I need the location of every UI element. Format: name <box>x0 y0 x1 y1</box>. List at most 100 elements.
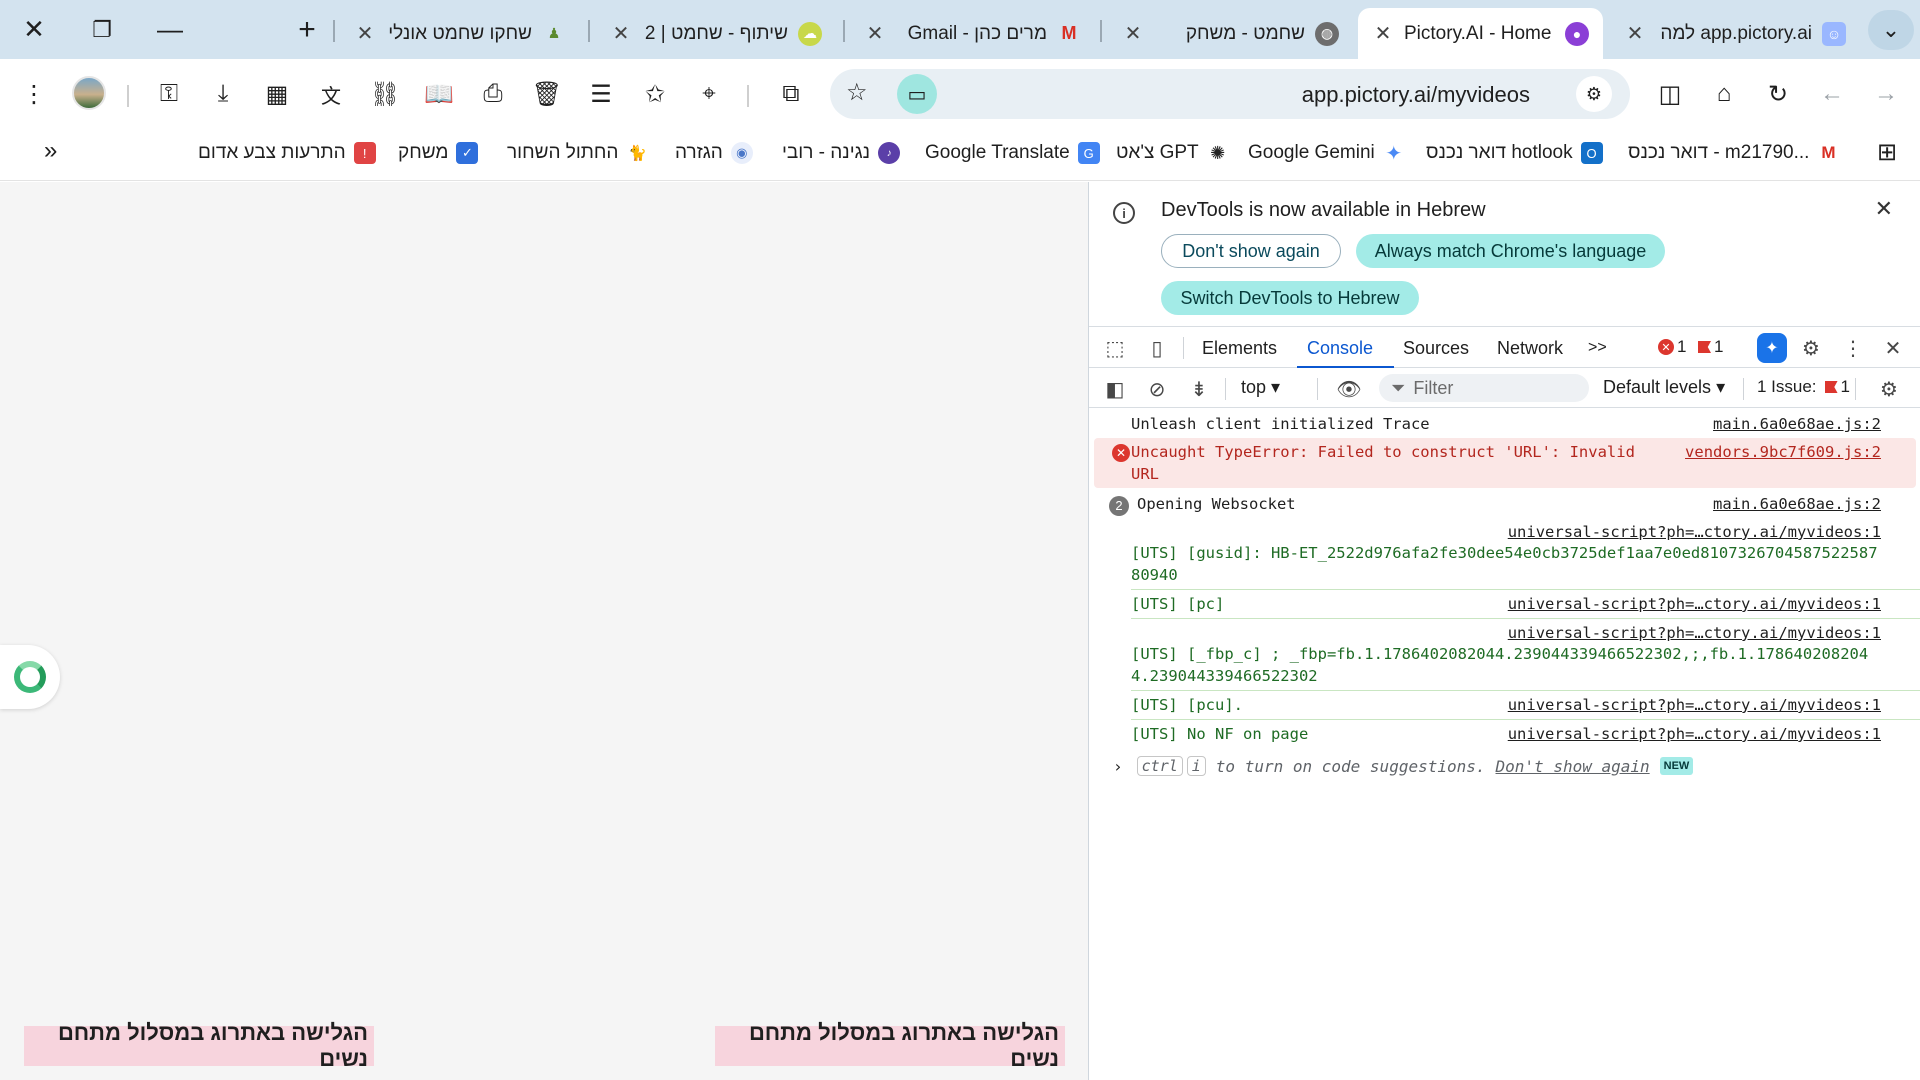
bookmark-chatgpt[interactable]: צ'אט GPT ✺ <box>1116 142 1229 164</box>
bookmark-hagizra[interactable]: הגזרה ◉ <box>675 142 753 164</box>
match-language-button[interactable]: Always match Chrome's language <box>1356 234 1665 268</box>
error-counter[interactable]: ✕ 1 <box>1658 337 1686 357</box>
tab-close-icon[interactable]: ✕ <box>1122 21 1144 46</box>
menu-dots-icon[interactable]: ⋮ <box>12 72 56 116</box>
bookmark-label: הגזרה <box>675 142 723 163</box>
collapse-groups-icon[interactable]: ⇟ <box>1185 376 1213 402</box>
install-app-icon[interactable]: ▭ <box>897 74 937 114</box>
bookmark-gmail-inbox[interactable]: דואר נכנס - m21790... M <box>1628 142 1840 164</box>
error-icon: ✕ <box>1658 339 1674 355</box>
tab-close-icon[interactable]: ✕ <box>864 21 886 46</box>
favorites-icon[interactable]: ✩ <box>633 72 677 116</box>
clear-console-icon[interactable]: ⊘ <box>1143 376 1171 402</box>
log-source-link[interactable]: universal-script?ph=…ctory.ai/myvideos:1 <box>1508 723 1881 745</box>
bookmark-google-translate[interactable]: Google Translate G <box>925 142 1100 164</box>
issue-counter[interactable]: 1 <box>1698 337 1723 357</box>
log-source-link[interactable]: universal-script?ph=…ctory.ai/myvideos:1 <box>1508 694 1881 716</box>
qr-code-icon[interactable]: ▦ <box>255 72 299 116</box>
tab-chess-game[interactable]: ◍ שחמט - משחק ✕ <box>1108 8 1353 59</box>
tab-gmail[interactable]: M מרים כהן - Gmail ✕ <box>850 8 1095 59</box>
reload-icon[interactable]: ↻ <box>1756 72 1800 116</box>
location-icon[interactable]: ⌖ <box>687 72 731 116</box>
bookmark-black-cat[interactable]: החתול השחור 🐈 <box>507 142 649 164</box>
console-settings-icon[interactable]: ⚙ <box>1875 376 1903 402</box>
devtools-tabbar: ⬚ ▯ Elements Console Sources Network >> … <box>1089 326 1920 369</box>
password-key-icon[interactable]: ⚿ <box>147 72 191 116</box>
device-toolbar-icon[interactable]: ▯ <box>1143 335 1171 361</box>
console-prompt[interactable]: › ctrl i to turn on code suggestions. Do… <box>1089 748 1920 776</box>
tab-console[interactable]: Console <box>1307 338 1373 359</box>
tab-search-button[interactable]: ⌄ <box>1868 10 1914 50</box>
extensions-icon[interactable]: ⧉ <box>769 72 813 116</box>
tab-chess-share[interactable]: ☁ שיתוף - שחמט | 2 ✕ <box>596 8 836 59</box>
filter-input[interactable]: ⏷ Filter <box>1379 374 1589 402</box>
dont-show-again-button[interactable]: Don't show again <box>1161 234 1341 268</box>
split-view-icon[interactable]: ◫ <box>1648 72 1692 116</box>
new-tab-button[interactable]: + <box>287 12 327 48</box>
bookmark-star-icon[interactable]: ☆ <box>846 78 868 107</box>
gmail-icon: M <box>1817 142 1840 164</box>
sidebar-toggle-icon[interactable]: ◧ <box>1101 376 1129 402</box>
chatgpt-icon: ✺ <box>1206 142 1229 164</box>
profile-avatar[interactable] <box>72 76 106 110</box>
tab-close-icon[interactable]: ✕ <box>1372 21 1394 46</box>
log-message: [UTS] [_fbp_c] ; _fbp=fb.1.1786402082044… <box>1131 645 1869 685</box>
bookmarks-overflow-button[interactable]: » <box>44 137 57 165</box>
log-levels-dropdown[interactable]: Default levels ▾ <box>1603 377 1725 398</box>
tab-sources[interactable]: Sources <box>1403 338 1469 359</box>
reading-mode-icon[interactable]: 📖 <box>417 72 461 116</box>
address-bar[interactable]: ☆ ▭ app.pictory.ai/myvideos ⚙ <box>830 69 1630 119</box>
context-selector[interactable]: top ▾ <box>1241 377 1280 398</box>
bookmark-music[interactable]: נגינה - רובי ♪ <box>782 142 901 164</box>
log-source-link[interactable]: vendors.9bc7f609.js:2 <box>1685 441 1881 463</box>
inspect-element-icon[interactable]: ⬚ <box>1101 335 1129 361</box>
window-restore-button[interactable]: ❐ <box>68 0 136 59</box>
link-icon[interactable]: ⛓ <box>363 72 407 116</box>
filter-funnel-icon: ⏷ <box>1391 377 1406 398</box>
language-infobar: i DevTools is now available in Hebrew ✕ … <box>1089 182 1920 322</box>
log-source-link[interactable]: main.6a0e68ae.js:2 <box>1713 413 1881 435</box>
site-settings-icon[interactable]: ⚙ <box>1576 76 1612 112</box>
infobar-close-icon[interactable]: ✕ <box>1875 196 1893 222</box>
translate-icon[interactable]: 文 <box>309 72 353 116</box>
ai-assistance-icon[interactable]: ✦ <box>1757 333 1787 363</box>
log-source-link[interactable]: universal-script?ph=…ctory.ai/myvideos:1 <box>1508 521 1881 543</box>
print-icon[interactable]: ⎙ <box>471 72 515 116</box>
more-options-icon[interactable]: ⋮ <box>1839 335 1867 361</box>
home-icon[interactable]: ⌂ <box>1702 72 1746 116</box>
tab-close-icon[interactable]: ✕ <box>610 21 632 46</box>
settings-gear-icon[interactable]: ⚙ <box>1797 335 1825 361</box>
apps-button[interactable]: ⊞ <box>1877 138 1897 167</box>
bookmark-game[interactable]: משחק ✓ <box>398 142 479 164</box>
tab-elements[interactable]: Elements <box>1202 338 1277 359</box>
more-tabs-icon[interactable]: >> <box>1588 339 1607 357</box>
window-minimize-button[interactable]: — <box>136 0 204 59</box>
download-icon[interactable]: ⤓ <box>201 72 245 116</box>
url-text[interactable]: app.pictory.ai/myvideos <box>1302 82 1530 108</box>
bookmark-red-alert[interactable]: התרעות צבע אדום ! <box>198 142 376 164</box>
close-devtools-icon[interactable]: ✕ <box>1879 335 1907 361</box>
bookmark-google-gemini[interactable]: Google Gemini ✦ <box>1248 142 1405 165</box>
tab-network[interactable]: Network <box>1497 338 1563 359</box>
log-source-link[interactable]: main.6a0e68ae.js:2 <box>1713 493 1881 515</box>
delete-icon[interactable]: 🗑 <box>525 72 569 116</box>
dont-show-again-link[interactable]: Don't show again <box>1496 757 1650 776</box>
log-source-link[interactable]: universal-script?ph=…ctory.ai/myvideos:1 <box>1508 593 1881 615</box>
log-message: Unleash client initialized Trace <box>1131 415 1430 433</box>
issues-button[interactable]: 1 Issue: 1 <box>1757 377 1850 397</box>
bookmark-hotlook[interactable]: דואר נכנס hotlook O <box>1426 142 1603 164</box>
console-toolbar: ◧ ⊘ ⇟ top ▾ 👁 ⏷ Filter Default levels ▾ … <box>1089 368 1920 408</box>
log-source-link[interactable]: universal-script?ph=…ctory.ai/myvideos:1 <box>1508 622 1881 644</box>
shield-alert-icon: ! <box>353 142 376 164</box>
tab-pictory-why[interactable]: ☺ app.pictory.ai למה ✕ <box>1610 8 1860 59</box>
live-expression-eye-icon[interactable]: 👁 <box>1335 376 1363 402</box>
tab-chess-play[interactable]: ♟ שחקו שחמט אונלי ✕ <box>340 8 580 59</box>
window-close-button[interactable]: ✕ <box>0 0 68 59</box>
forward-icon[interactable]: → <box>1864 72 1908 116</box>
tab-close-icon[interactable]: ✕ <box>354 21 376 46</box>
reading-list-icon[interactable]: ☰ <box>579 72 623 116</box>
tab-close-icon[interactable]: ✕ <box>1624 21 1646 46</box>
tab-pictory-home[interactable]: ● Pictory.AI - Home ✕ <box>1358 8 1603 59</box>
switch-to-hebrew-button[interactable]: Switch DevTools to Hebrew <box>1161 281 1419 315</box>
back-icon[interactable]: ← <box>1810 72 1854 116</box>
